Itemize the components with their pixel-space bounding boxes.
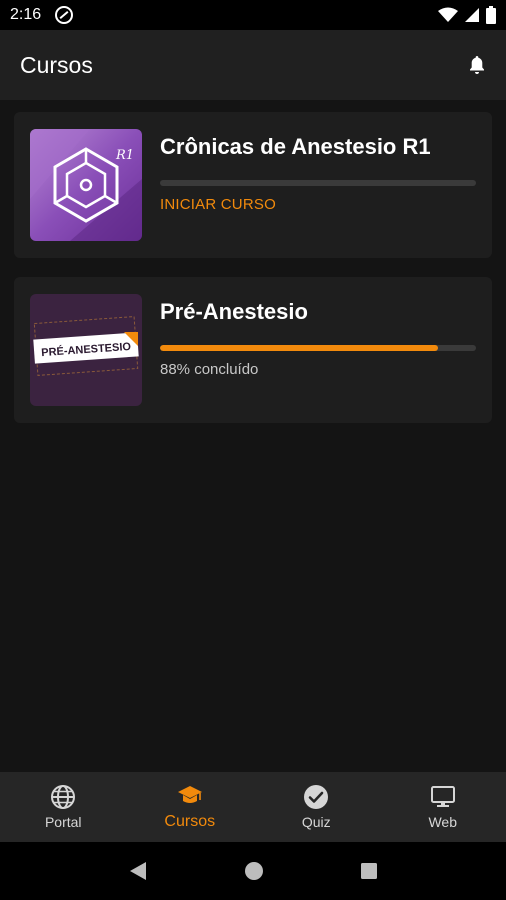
data-saver-icon [55,6,74,24]
course-thumbnail: PRÉ-ANESTESIO [30,294,142,406]
graduation-cap-icon [177,786,202,803]
nav-label: Portal [44,814,82,830]
hexagon-logo-icon: R1 [30,129,142,241]
cell-signal-icon [465,8,479,22]
battery-icon [486,6,496,24]
notification-bell-icon[interactable] [468,55,486,75]
course-title: Pré-Anestesio [160,299,308,324]
start-course-button[interactable]: INICIAR CURSO [160,196,276,213]
nav-label: Quiz [301,814,331,830]
system-navigation-bar [0,842,506,900]
check-circle-icon [304,785,329,809]
course-progress-bar [160,345,476,351]
course-card[interactable]: R1 Crônicas de Anestesio R1 INICIAR CURS… [14,112,492,258]
course-progress-label: 88% concluído [160,361,259,378]
back-button-icon[interactable] [128,860,148,882]
status-icons [438,6,496,24]
nav-item-quiz[interactable]: Quiz [253,772,380,842]
nav-label: Web [428,814,458,830]
course-title: Crônicas de Anestesio R1 [160,134,431,159]
home-button-icon[interactable] [244,861,264,881]
nav-label: Cursos [164,813,216,830]
course-progress-fill [160,345,439,351]
course-thumbnail: R1 [30,129,142,241]
svg-text:R1: R1 [115,148,134,163]
status-time: 2:16 [10,6,42,23]
monitor-icon [430,786,455,807]
nav-item-cursos[interactable]: Cursos [127,772,254,842]
nav-item-web[interactable]: Web [380,772,506,842]
wifi-icon [438,7,458,22]
recents-button-icon[interactable] [360,862,378,880]
nav-item-portal[interactable]: Portal [0,772,127,842]
status-bar: 2:16 [0,0,506,30]
course-progress-bar [160,180,476,186]
pre-anestesio-logo: PRÉ-ANESTESIO [30,294,142,406]
app-bar: Cursos [0,30,506,100]
globe-icon [51,785,76,809]
course-list: R1 Crônicas de Anestesio R1 INICIAR CURS… [0,100,506,772]
page-title: Cursos [20,51,93,78]
course-card[interactable]: PRÉ-ANESTESIO Pré-Anestesio 88% concluíd… [14,277,492,423]
bottom-navigation: Portal Cursos Quiz Web [0,772,506,842]
